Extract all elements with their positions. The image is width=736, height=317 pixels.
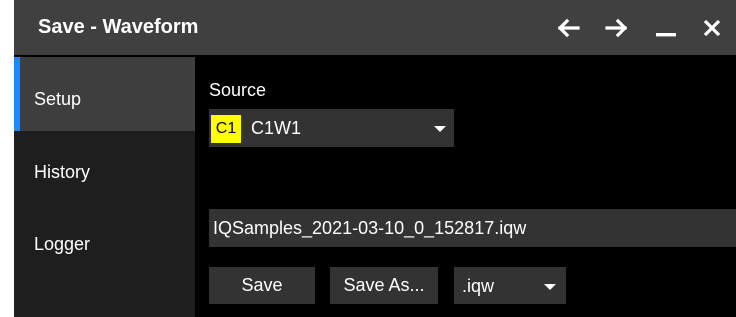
sidebar-item-label: History — [34, 162, 91, 182]
filename-field[interactable] — [209, 209, 736, 247]
arrow-left-icon[interactable] — [552, 12, 584, 44]
source-dropdown[interactable]: C1 C1W1 — [209, 109, 454, 147]
active-indicator — [14, 57, 20, 131]
sidebar: Setup History Logger — [14, 57, 195, 317]
source-value: C1W1 — [251, 118, 302, 138]
save-as-button[interactable]: Save As... — [330, 267, 438, 304]
sidebar-item-setup[interactable]: Setup — [14, 57, 195, 131]
chevron-down-icon — [434, 126, 446, 132]
sidebar-item-history[interactable]: History — [14, 131, 195, 205]
setup-panel: Source C1 C1W1 Save Save As... .iqw — [195, 57, 736, 317]
extension-value: .iqw — [462, 276, 495, 296]
title-bar[interactable]: Save - Waveform — [14, 0, 736, 55]
save-button[interactable]: Save — [209, 267, 315, 304]
channel-badge: C1 — [211, 115, 241, 143]
save-waveform-dialog: Save - Waveform Setup History Logger Sou… — [14, 0, 736, 317]
close-icon[interactable] — [696, 12, 728, 44]
minimize-icon[interactable] — [650, 12, 682, 44]
source-label: Source — [209, 80, 267, 100]
sidebar-item-label: Logger — [34, 234, 91, 254]
dialog-title: Save - Waveform — [38, 16, 199, 38]
sidebar-item-label: Setup — [34, 89, 82, 109]
file-extension-dropdown[interactable]: .iqw — [454, 267, 566, 304]
arrow-right-icon[interactable] — [601, 12, 633, 44]
sidebar-item-logger[interactable]: Logger — [14, 205, 195, 279]
chevron-down-icon — [544, 284, 556, 290]
